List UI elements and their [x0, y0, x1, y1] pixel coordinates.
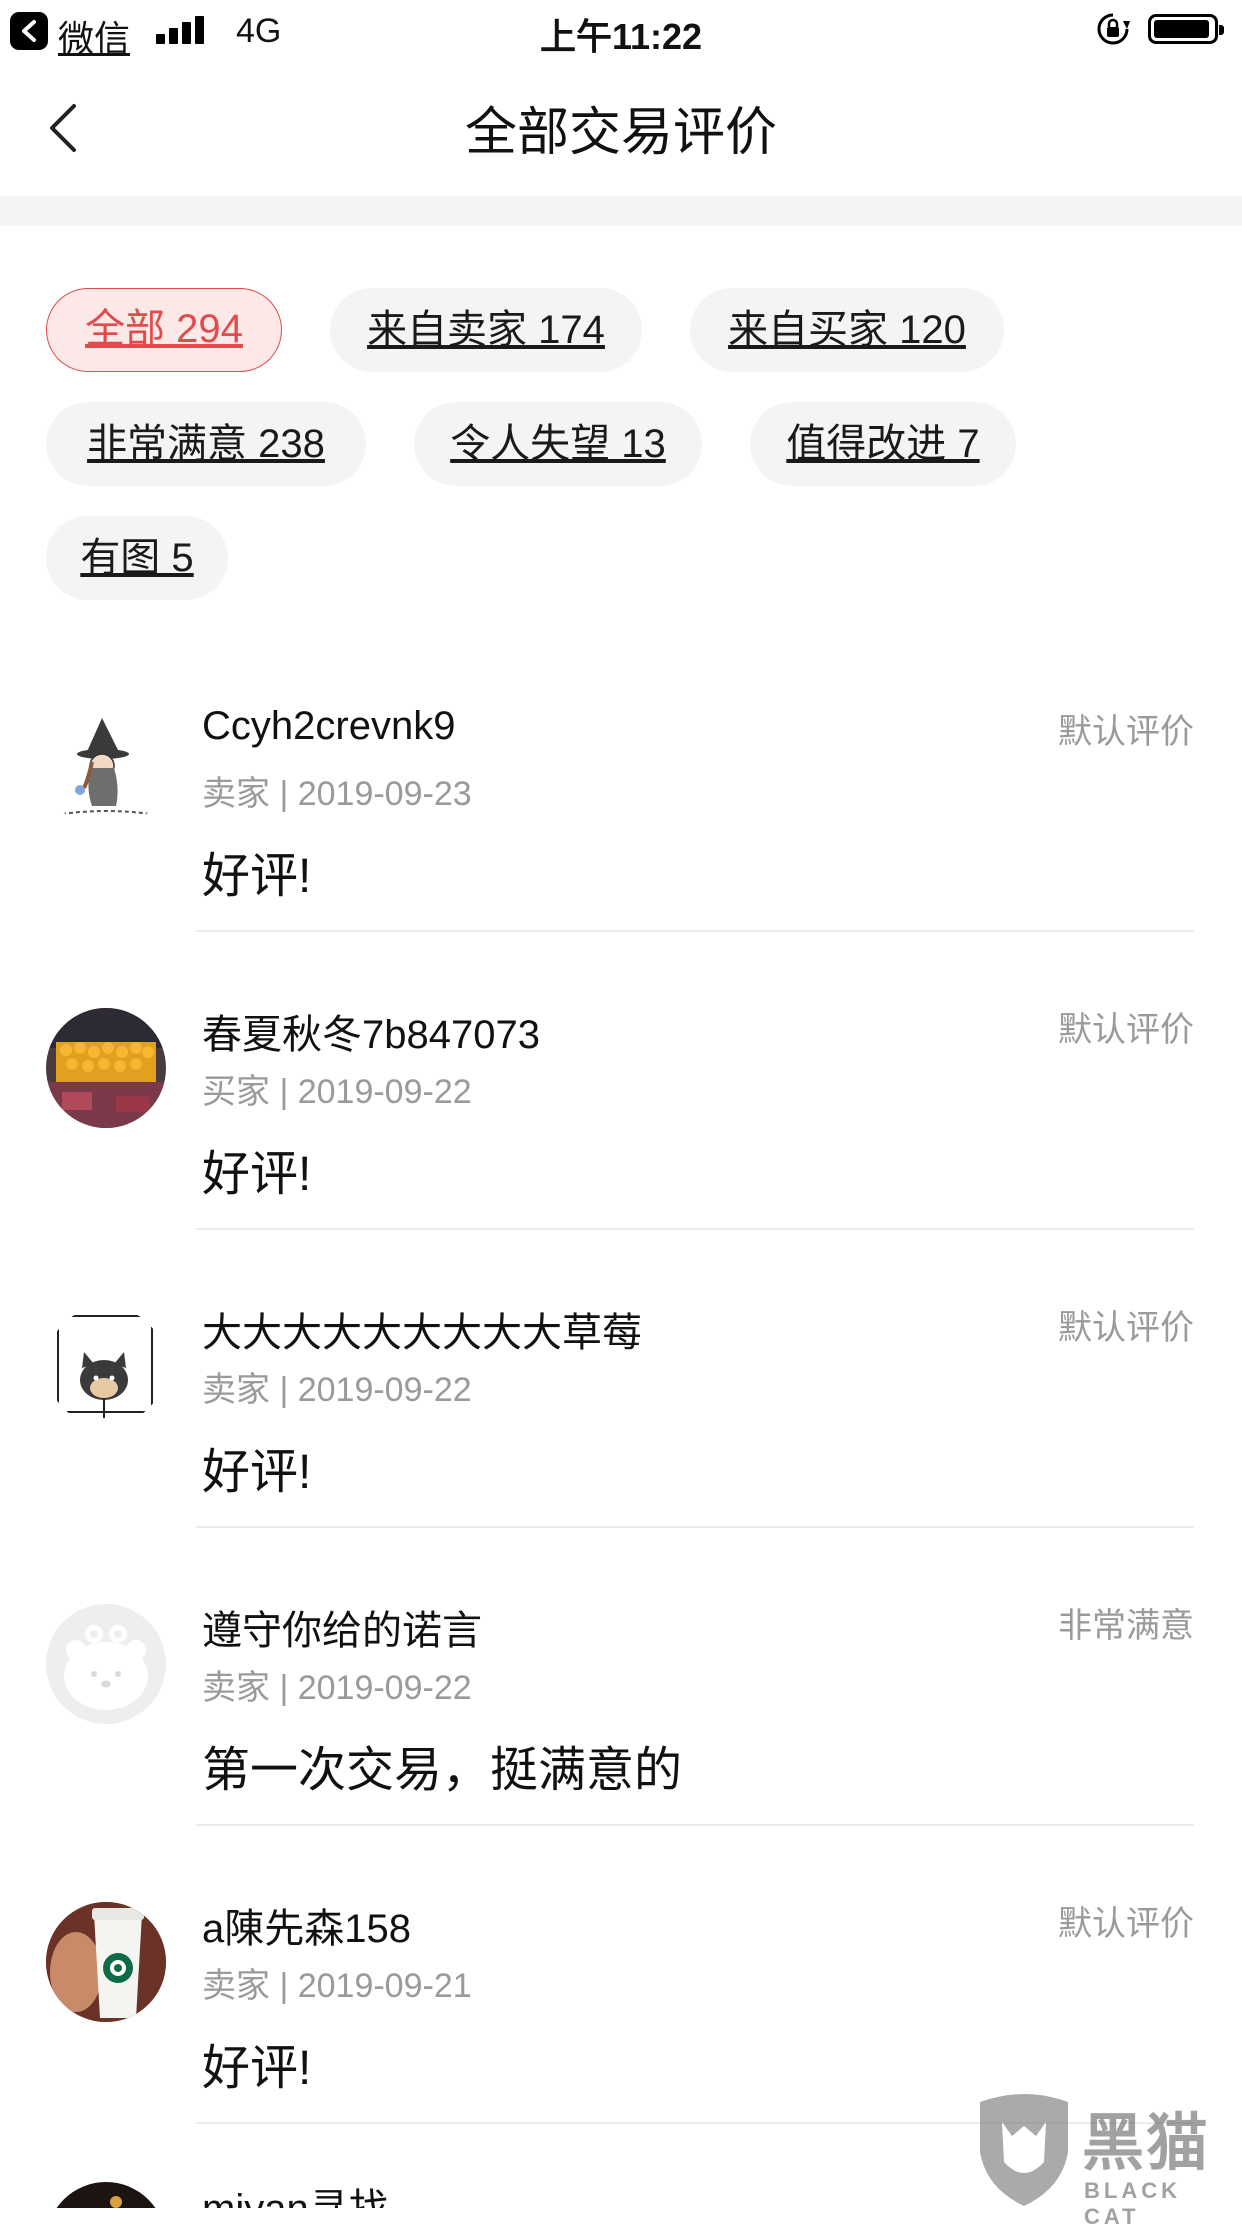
- filter-chip-with-images[interactable]: 有图 5: [46, 516, 228, 600]
- divider: [196, 1824, 1194, 1826]
- review-username[interactable]: 大大大大大大大大大草莓: [202, 1300, 642, 1358]
- avatar[interactable]: [46, 1306, 166, 1426]
- filter-chip-label: 令人失望 13: [450, 422, 666, 466]
- section-divider: [0, 196, 1242, 226]
- review-rating-tag: 默认评价: [1058, 1011, 1194, 1049]
- watermark-subtext: BLACK CAT: [1084, 2178, 1181, 2229]
- page-title: 全部交易评价: [464, 104, 777, 162]
- filter-chip-label: 来自买家 120: [728, 308, 966, 352]
- divider: [196, 1526, 1194, 1528]
- status-bar: 微信 4G 上午11:22: [0, 0, 1242, 62]
- filter-chip-label: 来自卖家 174: [367, 308, 605, 352]
- avatar[interactable]: [46, 1902, 166, 2022]
- review-text: 第一次交易，挺满意的: [202, 1744, 683, 1797]
- review-meta: 卖家 | 2019-09-21: [202, 1967, 472, 2005]
- review-username[interactable]: 遵守你给的诺言: [202, 1598, 482, 1656]
- review-meta: 卖家 | 2019-09-22: [202, 1371, 472, 1409]
- review-rating-tag: 默认评价: [1058, 713, 1194, 751]
- review-item: Ccyh2crevnk9 卖家 | 2019-09-23 默认评价 好评!: [0, 692, 1242, 990]
- review-rating-tag: 默认评价: [1058, 1905, 1194, 1943]
- filter-chip-label: 值得改进 7: [786, 422, 980, 466]
- review-item: 春夏秋冬7b847073 买家 | 2019-09-22 默认评价 好评!: [0, 990, 1242, 1288]
- cat-logo-icon: [980, 2094, 1068, 2206]
- review-username[interactable]: 春夏秋冬7b847073: [202, 1002, 540, 1060]
- filter-chip-very-satisfied[interactable]: 非常满意 238: [46, 402, 366, 486]
- filter-chip-label: 全部 294: [85, 307, 243, 351]
- divider: [196, 930, 1194, 932]
- filter-chip-all[interactable]: 全部 294: [46, 288, 282, 372]
- review-text: 好评!: [202, 2042, 312, 2095]
- review-username[interactable]: a陳先森158: [202, 1896, 411, 1954]
- avatar[interactable]: [46, 710, 166, 830]
- review-text: 好评!: [202, 1446, 312, 1499]
- watermark: 黑猫 BLACK CAT: [972, 2092, 1242, 2229]
- watermark-text: 黑猫: [1082, 2109, 1211, 2178]
- filter-chip-needs-improvement[interactable]: 值得改进 7: [750, 402, 1016, 486]
- review-text: 好评!: [202, 1148, 312, 1201]
- review-item: 遵守你给的诺言 卖家 | 2019-09-22 非常满意 第一次交易，挺满意的: [0, 1586, 1242, 1884]
- avatar[interactable]: [46, 2182, 166, 2208]
- review-username[interactable]: miyan寻找: [202, 2182, 389, 2208]
- review-meta: 卖家 | 2019-09-22: [202, 1669, 472, 1707]
- filter-chip-label: 有图 5: [80, 536, 194, 580]
- review-rating-tag: 默认评价: [1058, 1309, 1194, 1347]
- filter-chip-from-buyer[interactable]: 来自买家 120: [690, 288, 1004, 372]
- default-avatar-icon[interactable]: [46, 1604, 166, 1724]
- filter-chip-label: 非常满意 238: [87, 422, 325, 466]
- divider: [196, 1228, 1194, 1230]
- avatar[interactable]: [46, 1008, 166, 1128]
- filter-chip-disappointed[interactable]: 令人失望 13: [414, 402, 702, 486]
- battery-icon: [1148, 14, 1224, 44]
- filter-chip-from-seller[interactable]: 来自卖家 174: [330, 288, 642, 372]
- review-item: 大大大大大大大大大草莓 卖家 | 2019-09-22 默认评价 好评!: [0, 1288, 1242, 1586]
- review-meta: 买家 | 2019-09-22: [202, 1073, 472, 1111]
- review-meta: 卖家 | 2019-09-23: [202, 775, 472, 813]
- review-rating-tag: 非常满意: [1058, 1607, 1194, 1645]
- review-username[interactable]: Ccyh2crevnk9: [202, 704, 455, 749]
- rotation-lock-icon: [1096, 12, 1130, 46]
- status-time: 上午11:22: [539, 16, 703, 57]
- review-text: 好评!: [202, 850, 312, 903]
- nav-bar: 全部交易评价: [0, 62, 1242, 196]
